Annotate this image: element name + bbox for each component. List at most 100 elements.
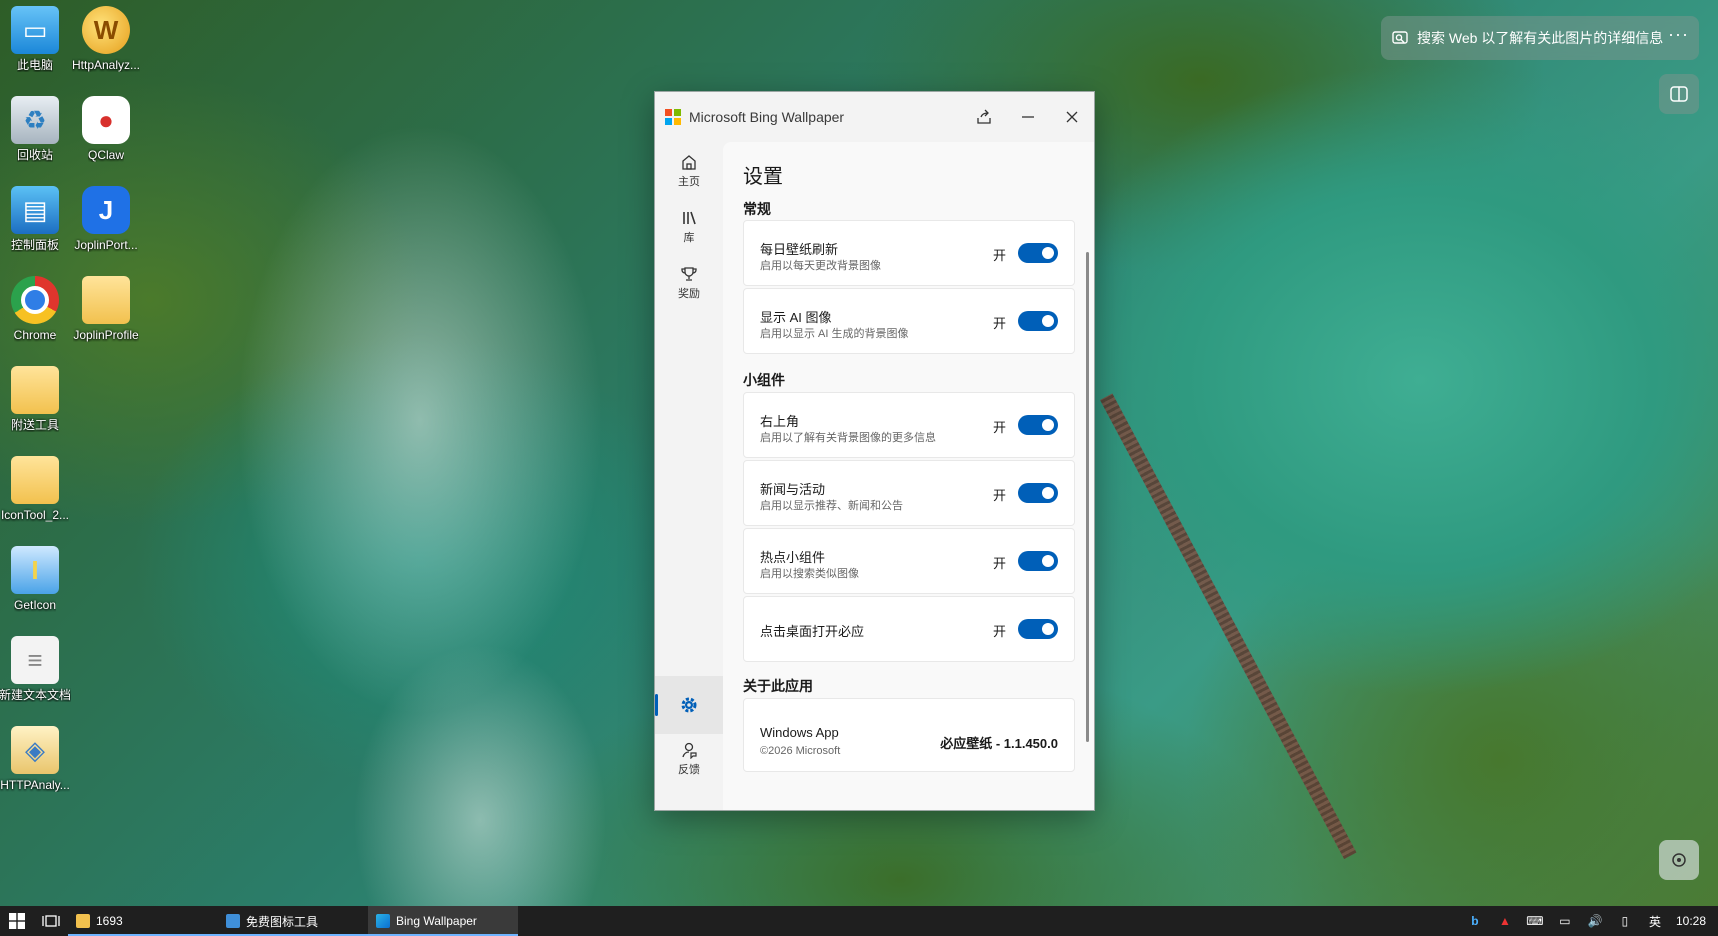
feedback-icon	[682, 742, 697, 759]
scrollbar[interactable]	[1086, 252, 1089, 742]
setting-title: 右上角	[760, 414, 800, 429]
bing-tray-icon[interactable]: b	[1460, 906, 1490, 936]
taskbar-app-free-icon-tool[interactable]: 免费图标工具	[218, 906, 368, 936]
volume-icon[interactable]: 🔊	[1580, 906, 1610, 936]
top-right-toggle[interactable]	[1018, 415, 1058, 435]
keyboard-icon[interactable]: ⌨	[1520, 906, 1550, 936]
setting-description: 启用以每天更改背景图像	[760, 260, 881, 272]
bing-search-widget[interactable]: 搜索 Web 以了解有关此图片的详细信息 ···	[1381, 16, 1699, 60]
microsoft-logo-icon	[665, 109, 681, 125]
nav-feedback[interactable]: 反馈	[655, 730, 723, 788]
windows-logo-icon	[9, 913, 25, 929]
toggle-state-label: 开	[992, 624, 1006, 639]
toggle-state-label: 开	[992, 488, 1006, 503]
ai-images-toggle[interactable]	[1018, 311, 1058, 331]
toggle-state-label: 开	[992, 248, 1006, 263]
desktop-icon-geticon[interactable]: I GetIcon	[0, 546, 77, 612]
about-card: Windows App ©2026 Microsoft 必应壁纸 - 1.1.4…	[743, 698, 1075, 772]
home-icon	[682, 155, 696, 170]
nav-rewards[interactable]: 奖励	[655, 254, 723, 312]
taskbar-app-bing-wallpaper[interactable]: Bing Wallpaper	[368, 906, 518, 936]
toggle-state-label: 开	[992, 316, 1006, 331]
nav-home[interactable]: 主页	[655, 142, 723, 200]
about-copyright: ©2026 Microsoft	[760, 745, 841, 757]
desktop-icon-qclaw[interactable]: ● QClaw	[64, 96, 148, 162]
input-method-indicator[interactable]: 英	[1640, 906, 1670, 936]
camera-lens-button[interactable]	[1659, 840, 1699, 880]
icon-tool-icon	[226, 914, 240, 928]
desktop-icon-icontool[interactable]: IconTool_2...	[0, 456, 77, 522]
recycle-bin-icon: ♻	[11, 96, 59, 144]
setting-description: 启用以显示推荐、新闻和公告	[760, 500, 903, 512]
desktop-icon-httpanalyzer[interactable]: W HttpAnalyz...	[64, 6, 148, 72]
hotspot-toggle[interactable]	[1018, 551, 1058, 571]
task-view-button[interactable]	[34, 906, 68, 936]
section-general: 常规	[743, 201, 771, 217]
system-tray: b ▲ ⌨ ▭ 🔊 ▯ 英 10:28	[1460, 906, 1718, 936]
start-button[interactable]	[0, 906, 34, 936]
panel-toggle-button[interactable]	[1659, 74, 1699, 114]
setting-title: 每日壁纸刷新	[760, 242, 839, 257]
daily-refresh-toggle[interactable]	[1018, 243, 1058, 263]
setting-daily-refresh: 每日壁纸刷新 启用以每天更改背景图像 开	[743, 220, 1075, 286]
visual-search-icon	[1391, 28, 1411, 48]
setting-click-desktop: 点击桌面打开必应 开	[743, 596, 1075, 662]
nav-settings[interactable]	[655, 676, 723, 734]
library-icon	[683, 211, 696, 225]
taskbar-app-folder-1693[interactable]: 1693	[68, 906, 218, 936]
taskbar: 1693 免费图标工具 Bing Wallpaper b ▲ ⌨ ▭ 🔊 ▯ 英…	[0, 906, 1718, 936]
window-title: Microsoft Bing Wallpaper	[689, 109, 845, 125]
minimize-button[interactable]	[1006, 100, 1050, 134]
minimize-icon	[1022, 116, 1034, 118]
setting-title: 新闻与活动	[760, 482, 826, 497]
folder-icon	[11, 456, 59, 504]
desktop-icon-bundled-tools[interactable]: 附送工具	[0, 366, 77, 432]
rewards-trophy-icon	[681, 267, 697, 281]
chrome-icon	[11, 276, 59, 324]
setting-title: 点击桌面打开必应	[760, 624, 865, 639]
section-about: 关于此应用	[743, 678, 813, 694]
qclaw-icon: ●	[82, 96, 130, 144]
setting-title: 显示 AI 图像	[760, 310, 832, 325]
setting-description: 启用以了解有关背景图像的更多信息	[760, 432, 936, 444]
title-bar[interactable]: Microsoft Bing Wallpaper	[655, 92, 1094, 142]
bing-icon	[376, 914, 390, 928]
network-icon[interactable]: ▭	[1550, 906, 1580, 936]
setting-news: 新闻与活动 启用以显示推荐、新闻和公告 开	[743, 460, 1075, 526]
setting-top-right: 右上角 启用以了解有关背景图像的更多信息 开	[743, 392, 1075, 458]
desktop-icon-joplinportable[interactable]: J JoplinPort...	[64, 186, 148, 252]
app-tray-icon[interactable]: ▲	[1490, 906, 1520, 936]
section-widgets: 小组件	[743, 372, 785, 388]
folder-icon	[11, 366, 59, 414]
page-title: 设置	[743, 166, 783, 188]
clock[interactable]: 10:28	[1670, 914, 1718, 928]
desktop-icon-new-text-document[interactable]: ≡ 新建文本文档	[0, 636, 77, 702]
share-button[interactable]	[962, 100, 1006, 134]
computer-icon: ▭	[11, 6, 59, 54]
bing-wallpaper-window: Microsoft Bing Wallpaper 主页 库 奖励 反馈 设置 常…	[654, 91, 1095, 811]
toggle-state-label: 开	[992, 420, 1006, 435]
close-icon	[1066, 111, 1078, 123]
desktop-icon-httpanalyzer-folder[interactable]: ◈ HTTPAnaly...	[0, 726, 77, 792]
control-panel-icon: ▤	[11, 186, 59, 234]
click-desktop-toggle[interactable]	[1018, 619, 1058, 639]
folder-icon	[82, 276, 130, 324]
desktop-icon-joplinprofile[interactable]: JoplinProfile	[64, 276, 148, 342]
toggle-state-label: 开	[992, 556, 1006, 571]
setting-description: 启用以显示 AI 生成的背景图像	[760, 328, 909, 340]
news-toggle[interactable]	[1018, 483, 1058, 503]
joplin-icon: J	[82, 186, 130, 234]
geticon-app-icon: I	[11, 546, 59, 594]
share-icon	[977, 109, 991, 124]
battery-icon[interactable]: ▯	[1610, 906, 1640, 936]
about-app-name: Windows App	[760, 725, 839, 740]
camera-lens-icon	[1672, 853, 1686, 867]
navigation-pane: 主页 库 奖励 反馈	[655, 142, 723, 810]
more-options-icon[interactable]: ···	[1668, 24, 1689, 45]
close-button[interactable]	[1050, 100, 1094, 134]
text-document-icon: ≡	[11, 636, 59, 684]
nav-library[interactable]: 库	[655, 198, 723, 256]
setting-title: 热点小组件	[760, 550, 826, 565]
task-view-icon	[42, 915, 60, 927]
setting-ai-images: 显示 AI 图像 启用以显示 AI 生成的背景图像 开	[743, 288, 1075, 354]
